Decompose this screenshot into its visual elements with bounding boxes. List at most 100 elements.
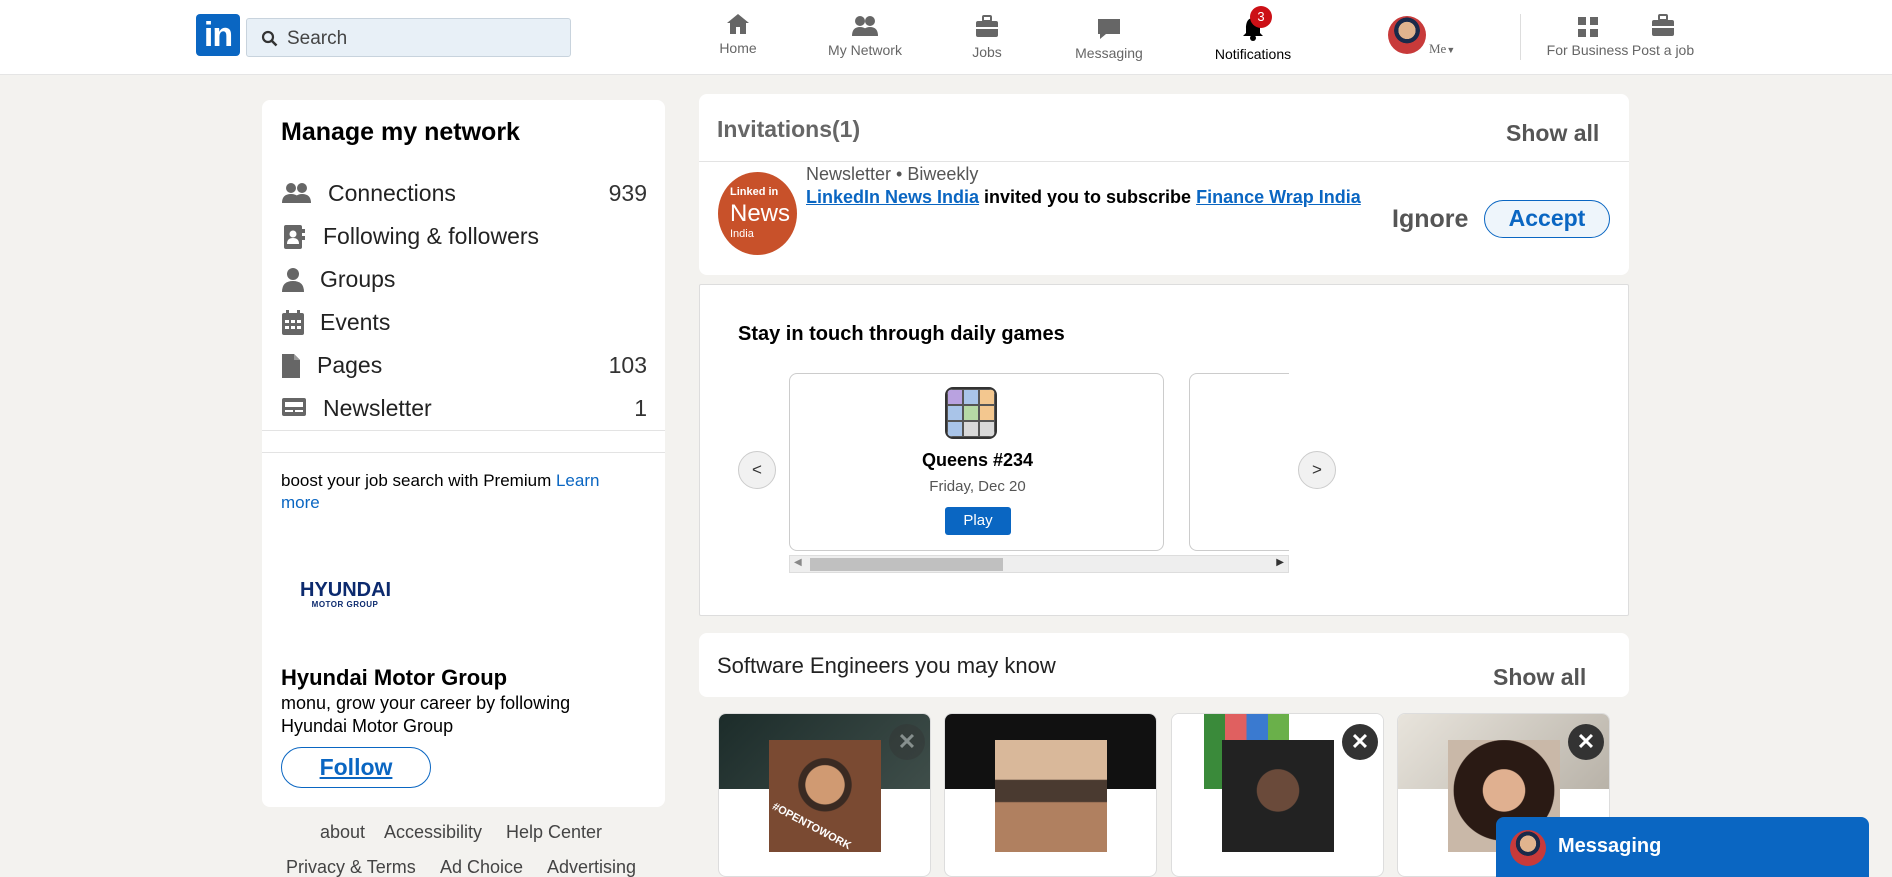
calendar-icon: [282, 310, 304, 335]
nav-home[interactable]: Home: [683, 12, 793, 56]
ad-company-name: Hyundai Motor Group: [281, 665, 508, 690]
scrollbar-thumb[interactable]: [810, 558, 1003, 571]
invitations-show-all-button[interactable]: Show all: [1506, 120, 1599, 147]
sidebar-item-label: Newsletter: [323, 395, 432, 421]
nav-post-job[interactable]: Post a job: [1618, 14, 1708, 58]
sidebar-item-pages[interactable]: Pages 103: [281, 346, 647, 386]
invitation-text: invited you to subscribe: [979, 187, 1197, 207]
footer-link-advertising[interactable]: Advertising: [547, 857, 636, 877]
hyundai-logo[interactable]: HYUNDAI MOTOR GROUP: [300, 579, 392, 610]
play-button[interactable]: Play: [945, 507, 1011, 535]
linkedin-logo[interactable]: in: [196, 14, 240, 56]
queens-icon-cell: [947, 405, 963, 421]
scroll-right-icon[interactable]: ▶: [1276, 557, 1284, 568]
carousel-scrollbar[interactable]: ◀ ▶: [789, 555, 1289, 573]
me-label: Me: [1429, 41, 1447, 56]
nav-jobs[interactable]: Jobs: [932, 14, 1042, 60]
queens-game-icon: [945, 387, 997, 439]
sidebar-item-count: 939: [608, 180, 647, 206]
carousel-prev-button[interactable]: <: [738, 451, 776, 489]
profile-photo[interactable]: #OPENTOWORK: [769, 740, 881, 852]
sidebar-item-label: Pages: [317, 352, 383, 378]
queens-icon-cell: [963, 389, 979, 405]
messaging-overlay[interactable]: Messaging: [1496, 817, 1869, 877]
contact-card-icon: [284, 225, 305, 249]
manage-network-card: Manage my network Connections 939 Follow…: [262, 100, 665, 807]
sidebar-item-connections[interactable]: Connections 939: [281, 174, 647, 214]
game-card-next[interactable]: [1189, 373, 1289, 551]
messaging-label: Messaging: [1558, 835, 1662, 857]
top-navigation-bar: in Search Home My Network Jobs Messaging…: [0, 0, 1892, 75]
follow-button[interactable]: Follow: [281, 747, 431, 788]
queens-icon-cell: [947, 389, 963, 405]
sidebar-item-newsletter[interactable]: Newsletter 1: [281, 389, 647, 429]
briefcase-icon: [1652, 14, 1674, 36]
nav-divider: [1520, 14, 1521, 60]
game-name: Queens #234: [921, 450, 1034, 470]
linkedin-news-india-logo[interactable]: Linked in News India: [718, 172, 797, 255]
divider: [262, 452, 665, 453]
queens-icon-cell: [963, 405, 979, 421]
people-icon: [282, 183, 311, 203]
queens-icon-cell: [947, 421, 963, 437]
footer-link-ad-choice[interactable]: Ad Choice: [440, 857, 523, 877]
people-you-may-know-card: Software Engineers you may know Show all: [699, 633, 1629, 697]
search-input[interactable]: Search: [246, 18, 571, 57]
sidebar-item-label: Events: [320, 309, 391, 335]
nav-jobs-label: Jobs: [972, 44, 1002, 60]
search-placeholder: Search: [287, 28, 348, 49]
footer-link-privacy-terms[interactable]: Privacy & Terms: [286, 857, 416, 877]
sender-link[interactable]: LinkedIn News India: [806, 187, 979, 207]
dismiss-button[interactable]: ✕: [1568, 724, 1604, 760]
divider: [262, 430, 665, 431]
profile-photo[interactable]: [995, 740, 1107, 852]
dismiss-button[interactable]: ✕: [1342, 724, 1378, 760]
news-logo-line2: News: [730, 200, 791, 227]
accept-button[interactable]: Accept: [1484, 200, 1610, 238]
me-avatar[interactable]: [1388, 16, 1426, 54]
people-title: Software Engineers you may know: [717, 653, 1056, 678]
footer-link-help-center[interactable]: Help Center: [506, 822, 602, 843]
ad-description: monu, grow your career by following Hyun…: [281, 693, 571, 736]
person-card[interactable]: [944, 713, 1157, 877]
game-card-queens[interactable]: Queens #234 Friday, Dec 20 Play: [789, 373, 1164, 551]
nav-my-network[interactable]: My Network: [810, 14, 920, 58]
footer-link-accessibility[interactable]: Accessibility: [384, 822, 482, 843]
scroll-left-icon[interactable]: ◀: [794, 557, 802, 568]
nav-home-label: Home: [719, 40, 757, 56]
profile-photo[interactable]: [1222, 740, 1334, 852]
games-title: Stay in touch through daily games: [738, 323, 1065, 345]
sidebar-item-count: 103: [608, 352, 647, 378]
nav-messaging[interactable]: Messaging: [1054, 17, 1164, 61]
divider: [699, 161, 1629, 162]
hyundai-logo-main: HYUNDAI: [300, 579, 392, 601]
premium-promo: boost your job search with Premium Learn…: [281, 470, 631, 514]
home-icon: [727, 14, 749, 34]
nav-messaging-label: Messaging: [1075, 45, 1143, 61]
ignore-button[interactable]: Ignore: [1392, 205, 1468, 234]
sidebar-item-following-followers[interactable]: Following & followers: [281, 217, 647, 257]
daily-games-card: Stay in touch through daily games < Quee…: [699, 284, 1629, 616]
newsletter-icon: [282, 398, 306, 416]
invitation-message: LinkedIn News India invited you to subsc…: [806, 186, 1386, 209]
nav-notifications-label: Notifications: [1214, 46, 1292, 62]
invitations-title: Invitations(1): [717, 116, 861, 142]
sidebar-item-groups[interactable]: Groups: [281, 260, 647, 300]
sidebar-item-label: Connections: [328, 180, 456, 206]
person-card[interactable]: #OPENTOWORK ✕: [718, 713, 931, 877]
game-date: Friday, Dec 20: [929, 478, 1026, 495]
dismiss-button[interactable]: ✕: [889, 724, 925, 760]
people-show-all-button[interactable]: Show all: [1493, 664, 1586, 691]
messaging-avatar: [1510, 830, 1546, 866]
newsletter-link[interactable]: Finance Wrap India: [1196, 187, 1361, 207]
person-card[interactable]: ✕: [1171, 713, 1384, 877]
briefcase-icon: [976, 15, 998, 37]
sidebar-item-events[interactable]: Events: [281, 303, 647, 343]
queens-icon-cell: [979, 421, 995, 437]
me-menu[interactable]: Me▼: [1429, 41, 1455, 57]
premium-text: boost your job search with Premium: [281, 471, 556, 490]
hyundai-logo-sub: MOTOR GROUP: [311, 600, 379, 609]
nav-my-network-label: My Network: [828, 42, 902, 58]
carousel-next-button[interactable]: >: [1298, 451, 1336, 489]
footer-link-about[interactable]: about: [320, 822, 365, 843]
